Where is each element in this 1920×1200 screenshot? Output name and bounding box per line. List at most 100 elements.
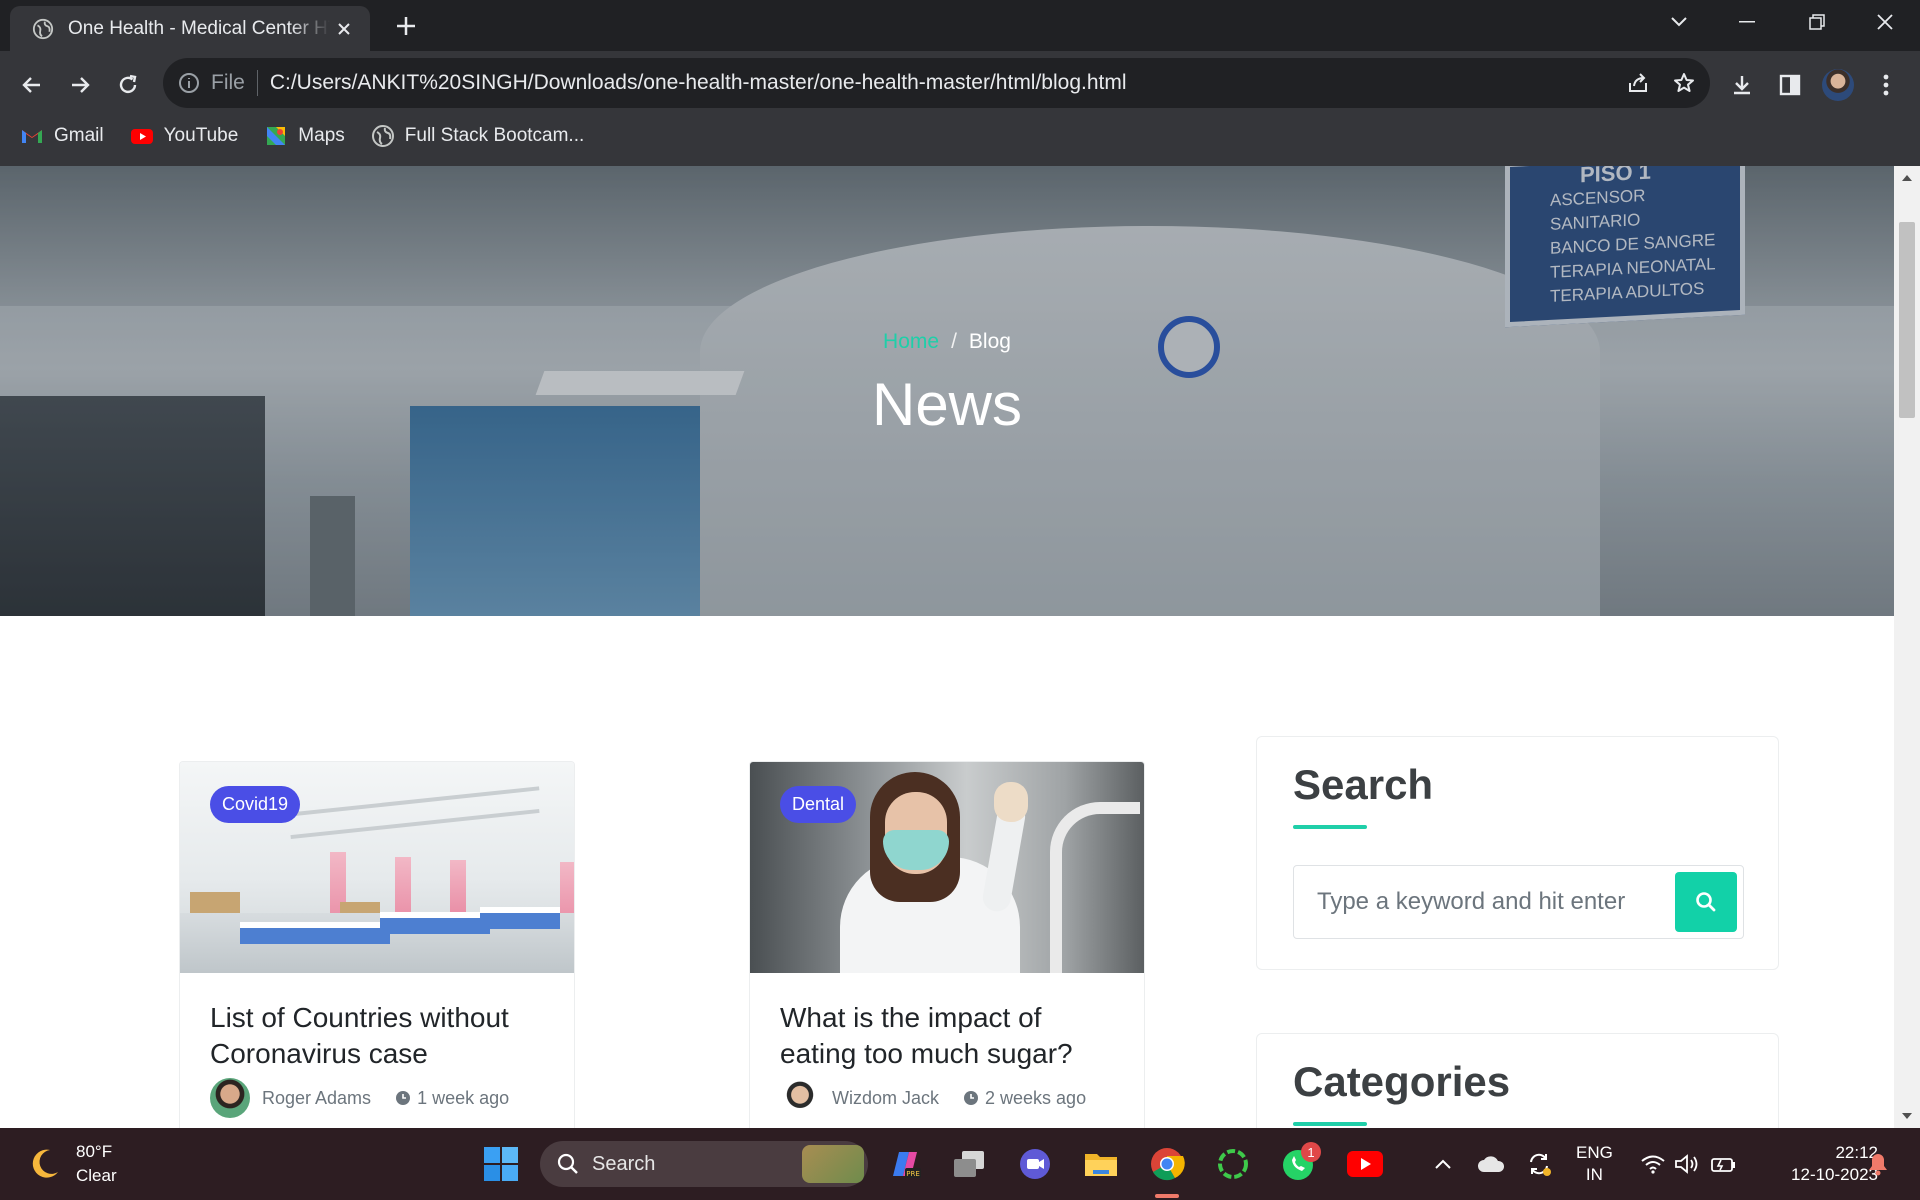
breadcrumb: Home / Blog (0, 330, 1894, 354)
close-tab-icon[interactable] (330, 15, 358, 43)
info-icon[interactable] (177, 71, 201, 95)
wifi-icon[interactable] (1636, 1142, 1670, 1186)
side-panel-icon[interactable] (1770, 65, 1810, 105)
svg-text:PRE: PRE (906, 1170, 920, 1178)
search-highlight-image (802, 1145, 864, 1183)
file-explorer-icon[interactable] (1079, 1142, 1123, 1186)
bookmark-label: Full Stack Bootcam... (404, 125, 585, 146)
bookmark-label: Maps (298, 125, 345, 146)
post-title[interactable]: What is the impact of eating too much su… (780, 1000, 1125, 1072)
author-avatar (210, 1078, 250, 1118)
circle-app-icon[interactable] (1211, 1142, 1255, 1186)
chrome-icon[interactable] (1145, 1142, 1189, 1186)
minimize-icon[interactable] (1712, 0, 1782, 44)
close-window-icon[interactable] (1850, 0, 1920, 44)
hero-banner: PISO 1 ASCENSOR SANITARIO BANCO DE SANGR… (0, 166, 1894, 616)
language-indicator[interactable]: ENG IN (1576, 1142, 1613, 1186)
page-viewport: PISO 1 ASCENSOR SANITARIO BANCO DE SANGR… (0, 166, 1920, 1128)
moon-icon (32, 1149, 58, 1178)
weather-condition: Clear (76, 1166, 117, 1185)
back-icon[interactable] (12, 65, 52, 105)
clock-icon (964, 1091, 979, 1105)
youtube-icon (130, 129, 153, 144)
tab-title: One Health - Medical Center HTML (68, 17, 330, 39)
notification-bell-icon[interactable] (1860, 1142, 1896, 1186)
post-image[interactable]: Covid19 (180, 762, 574, 973)
windows-taskbar: 80°F Clear Search PRE 1 ENG IN 22:12 12-… (0, 1128, 1920, 1200)
kebab-menu-icon[interactable] (1866, 65, 1906, 105)
profile-avatar[interactable] (1818, 65, 1858, 105)
copilot-icon[interactable]: PRE (883, 1142, 927, 1186)
forward-icon[interactable] (60, 65, 100, 105)
search-icon (1696, 892, 1716, 912)
battery-icon[interactable] (1706, 1142, 1740, 1186)
blog-card[interactable]: Dental What is the impact of eating too … (749, 761, 1145, 1128)
taskbar-search[interactable]: Search (540, 1141, 868, 1187)
bookmark-full-stack[interactable]: Full Stack Bootcam... (371, 124, 585, 148)
breadcrumb-current: Blog (968, 330, 1011, 353)
post-meta: Roger Adams 1 week ago (210, 1078, 509, 1118)
tab-search-icon[interactable] (1644, 0, 1714, 44)
title-underline (1293, 1122, 1367, 1126)
bookmark-star-icon[interactable] (1672, 71, 1696, 95)
youtube-app-icon[interactable] (1343, 1142, 1387, 1186)
bookmark-maps[interactable]: Maps (264, 124, 345, 148)
maps-icon (267, 127, 286, 145)
restore-icon[interactable] (1782, 0, 1852, 44)
taskbar-search-label: Search (592, 1152, 656, 1175)
scrollbar-thumb[interactable] (1899, 222, 1915, 418)
sync-icon[interactable] (1522, 1142, 1556, 1186)
globe-icon (32, 18, 54, 39)
post-image[interactable]: Dental (750, 762, 1144, 973)
reload-icon[interactable] (108, 65, 148, 105)
categories-widget: Categories (1256, 1033, 1779, 1128)
url-text[interactable]: C:/Users/ANKIT%20SINGH/Downloads/one-hea… (270, 71, 1127, 95)
search-widget: Search (1256, 736, 1779, 970)
author-name[interactable]: Roger Adams (262, 1088, 371, 1109)
weather-temperature: 80°F (76, 1142, 113, 1161)
category-badge[interactable]: Dental (780, 786, 857, 823)
blog-card[interactable]: Covid19 List of Countries without Corona… (179, 761, 575, 1128)
address-scheme: File (211, 71, 245, 94)
bookmark-youtube[interactable]: YouTube (130, 124, 239, 148)
search-icon (557, 1153, 578, 1174)
post-time: 2 weeks ago (985, 1087, 1087, 1108)
notification-badge: 1 (1301, 1142, 1321, 1162)
author-name[interactable]: Wizdom Jack (832, 1088, 939, 1109)
address-bar[interactable]: File C:/Users/ANKIT%20SINGH/Downloads/on… (163, 58, 1710, 108)
search-button[interactable] (1675, 872, 1737, 932)
breadcrumb-home-link[interactable]: Home (883, 330, 939, 353)
author-avatar (780, 1078, 820, 1118)
bookmark-label: Gmail (54, 125, 104, 146)
scroll-up-icon[interactable] (1894, 168, 1920, 188)
weather-widget[interactable]: 80°F Clear (26, 1140, 117, 1188)
search-input[interactable] (1295, 867, 1665, 937)
widget-title: Search (1293, 761, 1434, 808)
share-icon[interactable] (1626, 71, 1650, 95)
address-divider (256, 70, 258, 96)
tab-bar: One Health - Medical Center HTML (0, 0, 1920, 51)
category-badge[interactable]: Covid19 (210, 786, 301, 823)
page-title: News (871, 371, 1023, 438)
globe-icon (371, 125, 394, 147)
browser-toolbar: File C:/Users/ANKIT%20SINGH/Downloads/on… (0, 51, 1920, 166)
page-scrollbar[interactable] (1894, 166, 1920, 1128)
meet-icon[interactable] (1013, 1142, 1057, 1186)
chevron-up-icon[interactable] (1428, 1142, 1458, 1186)
bookmarks-bar: Gmail YouTube Maps Full Stack Bootcam... (0, 111, 584, 161)
start-icon[interactable] (479, 1142, 523, 1186)
browser-tab[interactable]: One Health - Medical Center HTML (10, 6, 370, 51)
volume-icon[interactable] (1670, 1142, 1704, 1186)
whatsapp-icon[interactable]: 1 (1277, 1142, 1321, 1186)
onedrive-icon[interactable] (1474, 1142, 1508, 1186)
post-title[interactable]: List of Countries without Coronavirus ca… (210, 1000, 555, 1072)
task-view-icon[interactable] (947, 1142, 991, 1186)
bookmark-label: YouTube (163, 125, 239, 146)
post-meta: Wizdom Jack 2 weeks ago (780, 1078, 1086, 1118)
bookmark-gmail[interactable]: Gmail (20, 124, 104, 148)
post-time: 1 week ago (417, 1087, 510, 1108)
download-icon[interactable] (1722, 65, 1762, 105)
search-form (1293, 865, 1744, 939)
new-tab-icon[interactable] (390, 10, 422, 42)
scroll-down-icon[interactable] (1894, 1106, 1920, 1126)
